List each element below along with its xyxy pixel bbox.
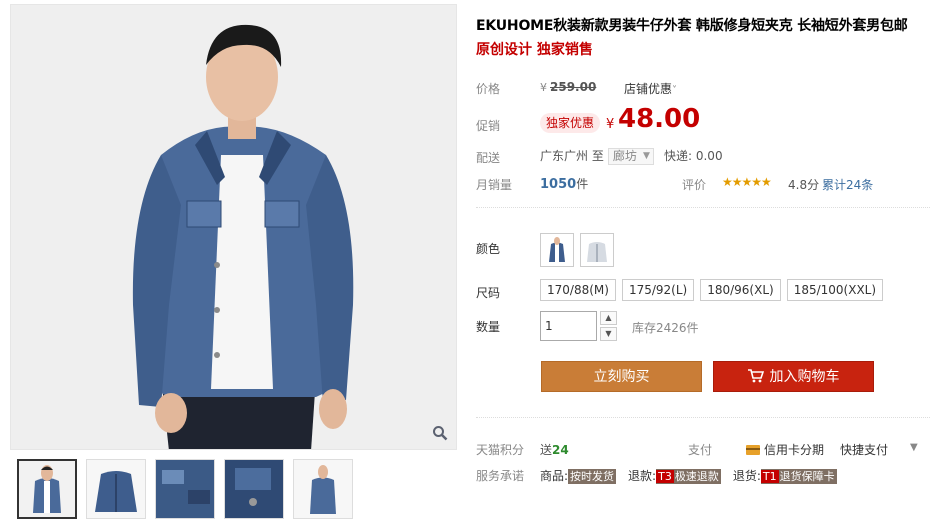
monthly-sales-label: 月销量 bbox=[476, 178, 513, 192]
shipping-route: 广东广州 至廊坊 ▼ bbox=[540, 147, 658, 165]
thumbnail-strip bbox=[17, 459, 353, 519]
thumbnail-2[interactable] bbox=[86, 459, 146, 519]
points-prefix: 送 bbox=[540, 443, 553, 457]
color-label: 颜色 bbox=[476, 242, 501, 256]
promotion-label: 促销 bbox=[476, 119, 501, 133]
product-photo bbox=[11, 5, 456, 449]
product-title: EKUHOME秋装新款男装牛仔外套 韩版修身短夹克 长袖短外套男包邮 bbox=[476, 18, 908, 34]
credit-card-icon bbox=[746, 445, 760, 455]
size-option[interactable]: 180/96(XL) bbox=[700, 279, 781, 301]
points-label: 天猫积分 bbox=[476, 443, 525, 457]
chevron-down-icon[interactable]: ▼ bbox=[910, 442, 918, 453]
refund-label: 退款: bbox=[628, 469, 657, 483]
size-option[interactable]: 170/88(M) bbox=[540, 279, 616, 301]
t3-badge: T3 bbox=[656, 470, 674, 483]
goods-label: 商品: bbox=[540, 469, 569, 483]
original-price-value: 259.00 bbox=[550, 80, 597, 94]
rating-stars-icon: ★★★★★ bbox=[722, 175, 772, 189]
divider bbox=[476, 417, 930, 418]
shipping-label: 配送 bbox=[476, 151, 501, 165]
destination-value: 廊坊 bbox=[612, 149, 637, 163]
main-product-image[interactable] bbox=[10, 4, 457, 450]
service-promise-label: 服务承诺 bbox=[476, 469, 525, 483]
shop-promo-dropdown[interactable]: 店铺优惠˅ bbox=[624, 80, 677, 97]
quick-pay[interactable]: 快捷支付 bbox=[840, 441, 888, 458]
color-swatch-light[interactable] bbox=[580, 233, 614, 267]
divider bbox=[476, 207, 930, 208]
rating-score: 4.8分 bbox=[788, 178, 820, 192]
quantity-input[interactable]: 1 bbox=[540, 311, 597, 341]
product-details: EKUHOME秋装新款男装牛仔外套 韩版修身短夹克 长袖短外套男包邮 原创设计 … bbox=[476, 0, 930, 526]
color-options bbox=[540, 233, 614, 267]
product-subtitle: 原创设计 独家销售 bbox=[476, 42, 593, 58]
return-guarantee-text: 退货保障卡 bbox=[779, 470, 835, 483]
destination-select[interactable]: 廊坊 ▼ bbox=[607, 148, 654, 165]
monthly-sales-count: 1050 bbox=[540, 177, 577, 192]
price-label: 价格 bbox=[476, 82, 501, 96]
thumbnail-5[interactable] bbox=[293, 459, 353, 519]
thumbnail-1[interactable] bbox=[17, 459, 77, 519]
stock-count: 库存2426件 bbox=[632, 321, 699, 335]
caret-down-icon: ▼ bbox=[642, 151, 650, 161]
on-time-delivery-badge[interactable]: 按时发货 bbox=[568, 469, 617, 484]
shipping-to-word: 至 bbox=[591, 149, 604, 163]
cart-icon bbox=[747, 364, 764, 395]
shop-promo-label: 店铺优惠 bbox=[624, 82, 673, 96]
review-label: 评价 bbox=[682, 178, 707, 192]
size-options: 170/88(M) 175/92(L) 180/96(XL) 185/100(X… bbox=[540, 279, 884, 301]
payment-label: 支付 bbox=[688, 443, 713, 457]
shipping-fee: 快递: 0.00 bbox=[664, 149, 723, 163]
size-label: 尺码 bbox=[476, 286, 501, 300]
return-guarantee-badge[interactable]: T1 退货保障卡 bbox=[760, 469, 837, 484]
buy-now-button[interactable]: 立刻购买 bbox=[541, 361, 702, 392]
chevron-down-icon: ˅ bbox=[672, 85, 678, 96]
monthly-sales: 1050件 bbox=[540, 175, 588, 192]
increment-icon[interactable]: ▲ bbox=[600, 311, 617, 325]
original-price: ¥259.00 bbox=[540, 80, 596, 94]
size-option[interactable]: 175/92(L) bbox=[621, 279, 695, 301]
credit-installment-label: 信用卡分期 bbox=[764, 443, 825, 457]
fast-refund-text: 极速退款 bbox=[674, 470, 719, 483]
monthly-sales-unit: 件 bbox=[576, 177, 589, 191]
quantity-label: 数量 bbox=[476, 320, 501, 334]
shipping-origin: 广东广州 bbox=[540, 149, 589, 163]
promotion-badge: 独家优惠 bbox=[540, 113, 601, 133]
color-swatch-blue[interactable] bbox=[540, 233, 574, 267]
add-to-cart-button[interactable]: 加入购物车 bbox=[713, 361, 874, 392]
magnifier-icon[interactable] bbox=[432, 425, 452, 445]
service-promises: 商品: 按时发货 退款: T3 极速退款 退货: T1 退货保障卡 bbox=[540, 467, 837, 484]
credit-installment[interactable]: 信用卡分期 bbox=[746, 441, 824, 458]
promo-currency-symbol: ¥ bbox=[606, 117, 615, 132]
points-number: 24 bbox=[552, 443, 569, 457]
thumbnail-3[interactable] bbox=[155, 459, 215, 519]
thumbnail-4[interactable] bbox=[224, 459, 284, 519]
size-option[interactable]: 185/100(XXL) bbox=[786, 279, 884, 301]
points-value: 送24 bbox=[540, 441, 569, 458]
fast-refund-badge[interactable]: T3 极速退款 bbox=[656, 469, 721, 484]
return-label: 退货: bbox=[732, 469, 761, 483]
t1-badge: T1 bbox=[760, 470, 779, 483]
promotion-price: 48.00 bbox=[618, 104, 701, 134]
decrement-icon[interactable]: ▼ bbox=[600, 327, 617, 341]
add-to-cart-label: 加入购物车 bbox=[769, 369, 840, 385]
review-count-link[interactable]: 累计24条 bbox=[822, 176, 873, 193]
currency-symbol: ¥ bbox=[540, 81, 547, 94]
